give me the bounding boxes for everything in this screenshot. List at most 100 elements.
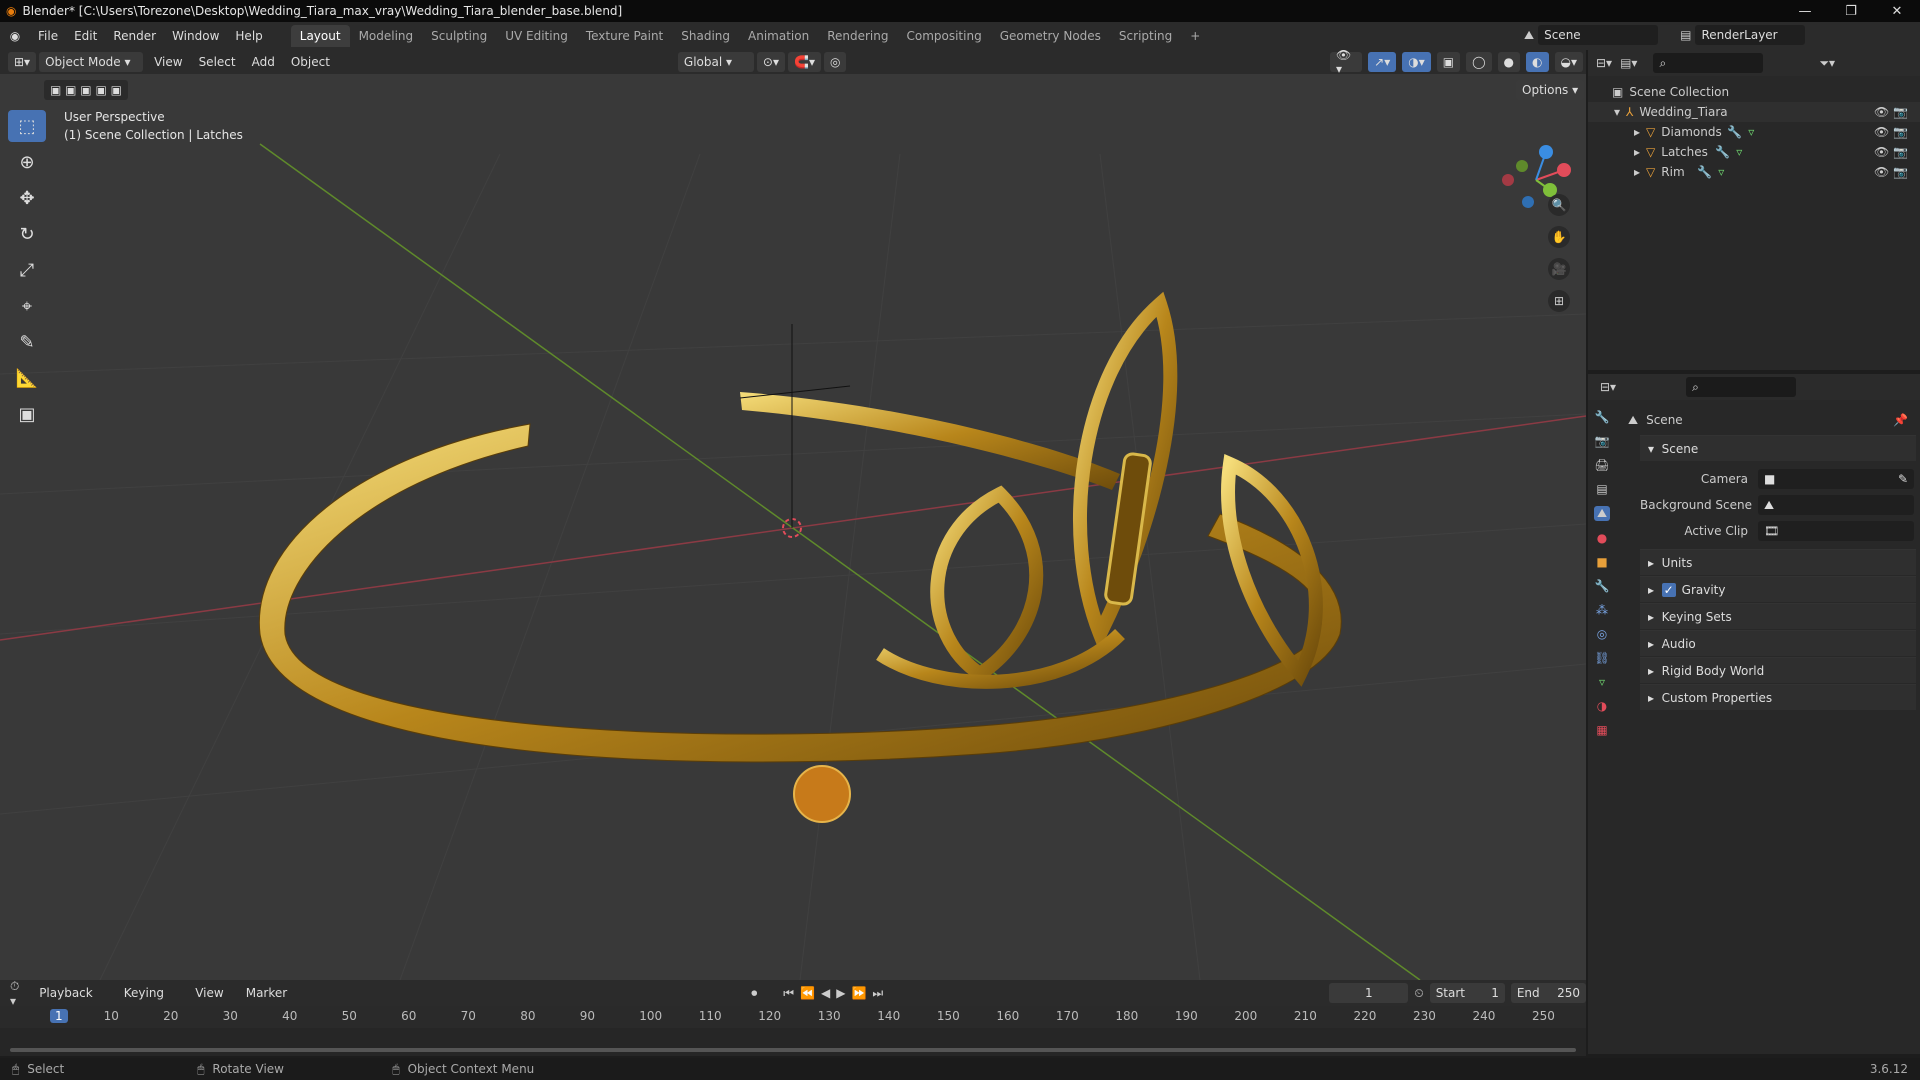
background-scene-field[interactable]: ⛰ [1758, 495, 1914, 515]
tab-scripting[interactable]: Scripting [1110, 25, 1181, 47]
rotate-icon[interactable]: ↻ [8, 218, 46, 250]
timeline-view-menu[interactable]: View [187, 982, 231, 1004]
pivot-icon[interactable]: ⊙▾ [756, 52, 785, 72]
menu-edit[interactable]: Edit [66, 25, 105, 47]
display-mode-icon[interactable]: ▤▾ [1620, 56, 1637, 70]
move-icon[interactable]: ✥ [8, 182, 46, 214]
panel-rigid-body-world[interactable]: ▸ Rigid Body World [1640, 657, 1916, 683]
maximize-button[interactable]: ❐ [1828, 0, 1874, 22]
filter-icon[interactable]: ⏷▾ [1819, 56, 1835, 71]
panel-custom-properties[interactable]: ▸ Custom Properties [1640, 684, 1916, 710]
select-box-modes[interactable]: ▣ ▣ ▣ ▣ ▣ [44, 80, 128, 100]
render-layer-selector[interactable]: RenderLayer [1695, 25, 1806, 45]
add-workspace-button[interactable]: + [1181, 25, 1209, 47]
minimize-button[interactable]: — [1782, 0, 1828, 22]
orientation-dropdown[interactable]: Global ▾ [677, 52, 754, 72]
tab-layout[interactable]: Layout [290, 25, 350, 47]
expand-arrow-icon[interactable]: ▸ [1634, 165, 1640, 179]
outliner-editor-icon[interactable]: ⊟▾ [1596, 56, 1612, 70]
pan-hand-icon[interactable]: ✋ [1548, 226, 1570, 248]
outliner-row-latches[interactable]: ▸ ▽ Latches 🔧 ▿ 👁 📷 [1588, 142, 1920, 162]
play-icon[interactable]: ▶ [836, 986, 845, 1000]
blender-menu-icon[interactable]: ◉ [0, 29, 30, 43]
editor-type-button[interactable]: ⊞▾ [8, 52, 37, 72]
visibility-icon[interactable]: 👁▾ [1330, 48, 1363, 76]
constraints-tab-icon[interactable]: ⛓ [1594, 651, 1609, 665]
expand-arrow-icon[interactable]: ▸ [1634, 125, 1640, 139]
outliner-search-input[interactable]: ⌕ [1653, 53, 1764, 73]
close-button[interactable]: ✕ [1874, 0, 1920, 22]
panel-scene[interactable]: ▾ Scene [1640, 435, 1916, 461]
tab-rendering[interactable]: Rendering [818, 25, 897, 47]
select-box-icon[interactable]: ⬚ [8, 110, 46, 142]
view-layer-tab-icon[interactable]: ▤ [1596, 482, 1607, 496]
material-tab-icon[interactable]: ◑ [1597, 699, 1607, 713]
end-frame-field[interactable]: End 250 [1510, 983, 1586, 1003]
tab-sculpting[interactable]: Sculpting [422, 25, 496, 47]
panel-audio[interactable]: ▸ Audio [1640, 630, 1916, 656]
eye-icon[interactable]: 👁 📷 [1874, 125, 1908, 139]
snap-icon[interactable]: 🧲▾ [788, 52, 821, 72]
texture-tab-icon[interactable]: ▦ [1596, 723, 1607, 737]
modifier-tab-icon[interactable]: 🔧 [1595, 579, 1610, 593]
jump-start-icon[interactable]: ⏮ [783, 986, 794, 1001]
menu-render[interactable]: Render [105, 25, 164, 47]
play-reverse-icon[interactable]: ◀ [821, 986, 830, 1000]
prev-keyframe-icon[interactable]: ⏪ [800, 986, 815, 1000]
pin-icon[interactable]: 📌 [1893, 413, 1908, 427]
frame-ruler[interactable]: 1 10 20 30 40 50 60 70 80 90 100 110 120 130 140 150 160… [0, 1006, 1586, 1028]
physics-tab-icon[interactable]: ◎ [1597, 627, 1607, 641]
tab-modeling[interactable]: Modeling [350, 25, 423, 47]
view-menu[interactable]: View [146, 51, 190, 73]
keying-menu[interactable]: Keying ▾ [116, 982, 182, 1022]
overlay-toggle-icon[interactable]: ◑▾ [1402, 52, 1431, 72]
shading-rendered-icon[interactable]: ◒▾ [1554, 52, 1583, 72]
properties-search-input[interactable]: ⌕ [1686, 377, 1797, 397]
active-clip-field[interactable]: 🎞 [1758, 521, 1914, 541]
outliner-row-wedding-tiara[interactable]: ▾ ⅄ Wedding_Tiara 👁 📷 [1588, 102, 1920, 122]
shading-wireframe-icon[interactable]: ◯ [1466, 52, 1492, 72]
next-keyframe-icon[interactable]: ⏩ [851, 986, 866, 1000]
camera-view-icon[interactable]: 🎥 [1548, 258, 1570, 280]
cursor-icon[interactable]: ⊕ [8, 146, 46, 178]
tab-compositing[interactable]: Compositing [897, 25, 990, 47]
select-menu[interactable]: Select [191, 51, 244, 73]
panel-units[interactable]: ▸ Units [1640, 549, 1916, 575]
3d-viewport[interactable]: User Perspective (1) Scene Collection | … [0, 74, 1586, 980]
marker-menu[interactable]: Marker [238, 982, 295, 1004]
tool-tab-icon[interactable]: 🔧 [1595, 410, 1610, 424]
output-tab-icon[interactable]: 🖨 [1594, 458, 1609, 472]
tab-uv-editing[interactable]: UV Editing [496, 25, 577, 47]
timeline-editor-icon[interactable]: ⏱▾ [10, 979, 25, 1008]
scene-tab-icon[interactable]: ⛰ [1593, 506, 1611, 521]
scene-selector[interactable]: Scene [1538, 25, 1659, 45]
menu-file[interactable]: File [30, 25, 66, 47]
outliner-row-scene-collection[interactable]: ▣ Scene Collection [1588, 82, 1920, 102]
render-tab-icon[interactable]: 📷 [1595, 434, 1610, 448]
menu-help[interactable]: Help [227, 25, 270, 47]
playback-menu[interactable]: Playback ▾ [31, 982, 110, 1022]
tab-shading[interactable]: Shading [672, 25, 739, 47]
expand-arrow-icon[interactable]: ▸ [1634, 145, 1640, 159]
outliner-row-diamonds[interactable]: ▸ ▽ Diamonds 🔧 ▿ 👁 📷 [1588, 122, 1920, 142]
current-frame-field[interactable]: 1 [1329, 983, 1409, 1003]
eye-icon[interactable]: 👁 📷 [1874, 105, 1908, 119]
panel-keying-sets[interactable]: ▸ Keying Sets [1640, 603, 1916, 629]
proportional-edit-icon[interactable]: ◎ [823, 52, 847, 72]
object-tab-icon[interactable]: ■ [1596, 555, 1607, 569]
tab-geometry-nodes[interactable]: Geometry Nodes [991, 25, 1110, 47]
start-frame-field[interactable]: Start 1 [1429, 983, 1505, 1003]
camera-field[interactable]: ■ ✎ [1758, 469, 1914, 489]
panel-gravity[interactable]: ▸ ✓ Gravity [1640, 576, 1916, 602]
shading-solid-icon[interactable]: ● [1497, 52, 1521, 72]
particles-tab-icon[interactable]: ⁂ [1596, 603, 1608, 617]
clock-icon[interactable]: ⏲ [1414, 986, 1423, 1001]
annotate-icon[interactable]: ✎ [8, 326, 46, 358]
ortho-grid-icon[interactable]: ⊞ [1548, 290, 1570, 312]
tab-texture-paint[interactable]: Texture Paint [577, 25, 672, 47]
tab-animation[interactable]: Animation [739, 25, 818, 47]
options-dropdown[interactable]: Options ▾ [1516, 80, 1585, 100]
transform-icon[interactable]: ⌖ [8, 290, 46, 322]
scale-icon[interactable]: ⤢ [8, 254, 46, 286]
expand-arrow-icon[interactable]: ▾ [1614, 105, 1620, 119]
